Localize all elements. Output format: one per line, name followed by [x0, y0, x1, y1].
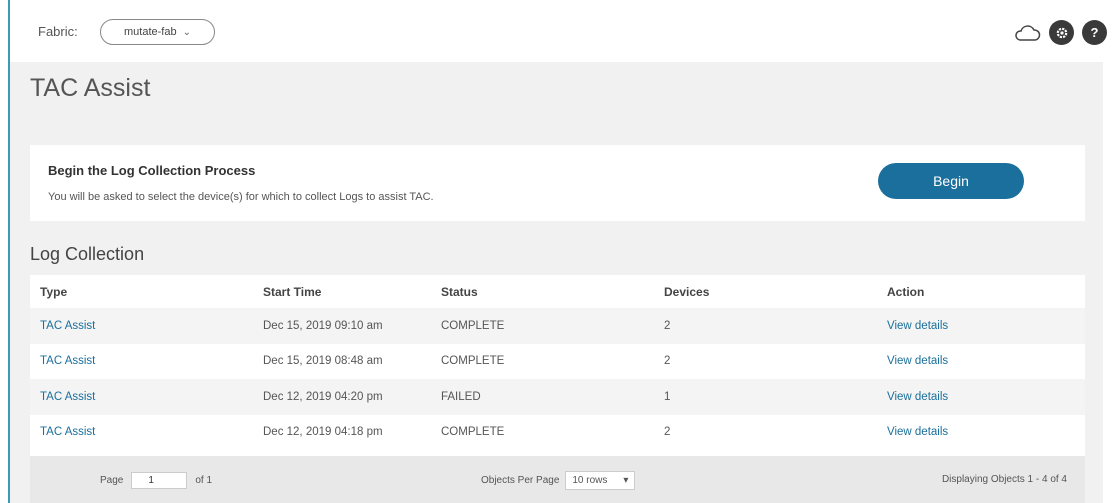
column-header-devices[interactable]: Devices [654, 275, 877, 308]
row-start-time: Dec 12, 2019 04:20 pm [253, 379, 431, 415]
page-title: TAC Assist [30, 74, 151, 102]
gear-icon[interactable] [1049, 20, 1074, 45]
log-collection-table: Type Start Time Status Devices Action TA… [30, 275, 1085, 450]
rows-per-page-value: 10 rows [572, 475, 608, 486]
page-of-label: of 1 [195, 475, 213, 486]
table-row: TAC Assist Dec 15, 2019 08:48 am COMPLET… [30, 343, 1085, 379]
row-status: COMPLETE [431, 343, 654, 379]
caret-down-icon: ▾ [623, 475, 629, 486]
pagination-bar: Page of 1 Objects Per Page 10 rows ▾ Dis… [30, 456, 1085, 503]
begin-card-description: You will be asked to select the device(s… [48, 191, 434, 203]
table-row: TAC Assist Dec 12, 2019 04:20 pm FAILED … [30, 379, 1085, 415]
top-bar: Fabric: mutate-fab ⌄ ? [10, 0, 1117, 62]
row-devices: 2 [654, 414, 877, 450]
view-details-link[interactable]: View details [877, 379, 1085, 415]
row-type-link[interactable]: TAC Assist [30, 379, 253, 415]
log-collection-table-card: Type Start Time Status Devices Action TA… [30, 275, 1085, 503]
column-header-status[interactable]: Status [431, 275, 654, 308]
row-devices: 2 [654, 343, 877, 379]
view-details-link[interactable]: View details [877, 343, 1085, 379]
row-start-time: Dec 15, 2019 08:48 am [253, 343, 431, 379]
row-devices: 2 [654, 308, 877, 344]
column-header-action: Action [887, 284, 925, 299]
help-icon[interactable]: ? [1082, 20, 1107, 45]
table-row: TAC Assist Dec 15, 2019 09:10 am COMPLET… [30, 308, 1085, 344]
fabric-dropdown[interactable]: mutate-fab ⌄ [100, 19, 215, 45]
column-header-start-time[interactable]: Start Time [253, 275, 431, 308]
row-type-link[interactable]: TAC Assist [30, 343, 253, 379]
row-type-link[interactable]: TAC Assist [30, 308, 253, 344]
cloud-icon[interactable] [1013, 22, 1041, 44]
fabric-label: Fabric: [38, 24, 78, 39]
table-row: TAC Assist Dec 12, 2019 04:18 pm COMPLET… [30, 414, 1085, 450]
displaying-objects-text: Displaying Objects 1 - 4 of 4 [941, 474, 1067, 485]
main-content: TAC Assist Begin the Log Collection Proc… [10, 62, 1103, 503]
page-number-input[interactable] [131, 472, 188, 489]
table-header-row: Type Start Time Status Devices Action [30, 275, 1085, 308]
row-devices: 1 [654, 379, 877, 415]
begin-card: Begin the Log Collection Process You wil… [30, 145, 1085, 221]
begin-button[interactable]: Begin [878, 163, 1024, 199]
row-status: COMPLETE [431, 414, 654, 450]
log-collection-title: Log Collection [30, 244, 145, 264]
row-status: COMPLETE [431, 308, 654, 344]
rows-per-page-dropdown[interactable]: 10 rows ▾ [565, 471, 636, 490]
objects-per-page-label: Objects Per Page [481, 475, 560, 486]
row-start-time: Dec 12, 2019 04:18 pm [253, 414, 431, 450]
view-details-link[interactable]: View details [877, 308, 1085, 344]
objects-per-page: Objects Per Page 10 rows ▾ [481, 471, 636, 490]
page-label: Page [100, 475, 124, 486]
row-status: FAILED [431, 379, 654, 415]
column-header-type[interactable]: Type [30, 275, 253, 308]
top-icons: ? [1013, 20, 1107, 45]
row-type-link[interactable]: TAC Assist [30, 414, 253, 450]
page-selector: Page of 1 [100, 472, 212, 489]
view-details-link[interactable]: View details [877, 414, 1085, 450]
chevron-down-icon: ⌄ [182, 26, 191, 38]
begin-card-title: Begin the Log Collection Process [48, 163, 256, 178]
row-start-time: Dec 15, 2019 09:10 am [253, 308, 431, 344]
fabric-dropdown-value: mutate-fab [124, 26, 177, 38]
